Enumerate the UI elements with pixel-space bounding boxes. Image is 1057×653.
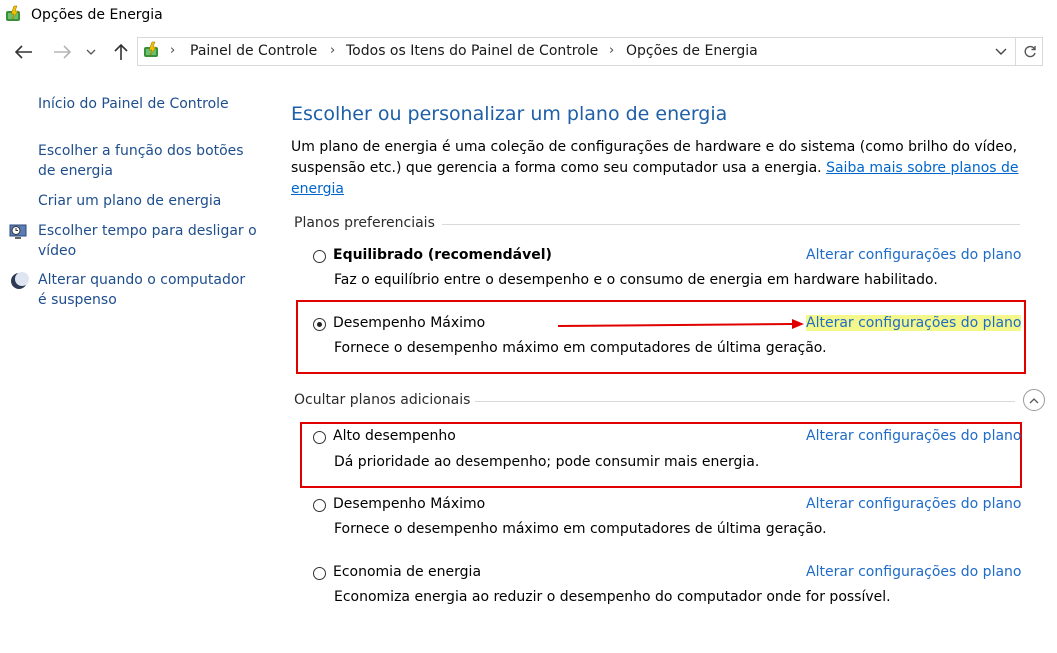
group-divider (475, 401, 1015, 402)
power-options-app-icon (4, 5, 24, 25)
sidebar-link-sleep-time[interactable]: Alterar quando o computador é suspenso (38, 270, 258, 310)
plan-description-ultimate-performance: Fornece o desempenho máximo em computado… (334, 340, 827, 356)
sidebar-link-display-off-time[interactable]: Escolher tempo para desligar o vídeo (38, 221, 258, 261)
window-title: Opções de Energia (31, 7, 163, 23)
breadcrumb-control-panel[interactable]: Painel de Controle (190, 43, 317, 59)
radio-ultimate-performance[interactable] (313, 318, 326, 331)
annotation-red-box (296, 300, 1026, 374)
breadcrumb-all-items[interactable]: Todos os Itens do Painel de Controle (346, 43, 598, 59)
forward-button[interactable] (52, 42, 72, 62)
change-plan-settings-link-high[interactable]: Alterar configurações do plano (806, 428, 1021, 444)
plan-name-high-performance[interactable]: Alto desempenho (333, 428, 456, 444)
change-plan-settings-link-ultimate[interactable]: Alterar configurações do plano (806, 315, 1022, 331)
collapse-additional-plans-button[interactable] (1023, 389, 1045, 411)
preferred-plans-title: Planos preferenciais (294, 215, 435, 231)
recent-locations-button[interactable] (84, 42, 98, 62)
title-bar: Opções de Energia (0, 0, 1057, 32)
breadcrumb-separator-icon: › (170, 43, 176, 58)
control-panel-icon (142, 41, 162, 61)
page-description: Um plano de energia é uma coleção de con… (291, 137, 1021, 200)
address-dropdown-button[interactable] (991, 42, 1011, 62)
breadcrumb-power-options[interactable]: Opções de Energia (626, 43, 758, 59)
plan-description-high-performance: Dá prioridade ao desempenho; pode consum… (334, 454, 760, 470)
plan-description-balanced: Faz o equilíbrio entre o desempenho e o … (334, 272, 938, 288)
sidebar-link-power-buttons[interactable]: Escolher a função dos botões de energia (38, 141, 258, 181)
change-plan-settings-link-ultimate-2[interactable]: Alterar configurações do plano (806, 496, 1021, 512)
monitor-clock-icon (9, 222, 29, 242)
change-plan-settings-link-balanced[interactable]: Alterar configurações do plano (806, 247, 1021, 263)
up-button[interactable] (111, 42, 131, 62)
moon-icon (9, 271, 29, 291)
group-divider (442, 224, 1020, 225)
plan-name-balanced[interactable]: Equilibrado (recomendável) (333, 247, 552, 263)
arrow-right-icon (54, 45, 71, 59)
page-title: Escolher ou personalizar um plano de ene… (291, 103, 728, 125)
plan-name-ultimate-performance-2[interactable]: Desempenho Máximo (333, 496, 485, 512)
plan-description-power-saver: Economiza energia ao reduzir o desempenh… (334, 589, 891, 605)
plan-name-ultimate-performance[interactable]: Desempenho Máximo (333, 315, 485, 331)
radio-balanced[interactable] (313, 250, 326, 263)
breadcrumb-separator-icon: › (609, 43, 615, 58)
radio-high-performance[interactable] (313, 431, 326, 444)
chevron-up-icon (1029, 397, 1039, 403)
arrow-up-icon (114, 43, 128, 60)
refresh-icon (1024, 45, 1036, 57)
plan-description-ultimate-performance-2: Fornece o desempenho máximo em computado… (334, 521, 827, 537)
chevron-down-icon (995, 48, 1007, 55)
additional-plans-title[interactable]: Ocultar planos adicionais (294, 392, 470, 408)
change-plan-settings-link-power-saver[interactable]: Alterar configurações do plano (806, 564, 1021, 580)
refresh-button[interactable] (1015, 37, 1043, 66)
radio-power-saver[interactable] (313, 567, 326, 580)
chevron-down-icon (86, 49, 96, 55)
annotation-arrow (557, 319, 804, 329)
sidebar-link-create-plan[interactable]: Criar um plano de energia (38, 191, 258, 211)
breadcrumb-separator-icon: › (330, 43, 336, 58)
radio-ultimate-performance-2[interactable] (313, 499, 326, 512)
back-button[interactable] (14, 42, 34, 62)
plan-name-power-saver[interactable]: Economia de energia (333, 564, 481, 580)
arrow-left-icon (15, 45, 32, 59)
sidebar-home-link[interactable]: Início do Painel de Controle (38, 94, 258, 114)
